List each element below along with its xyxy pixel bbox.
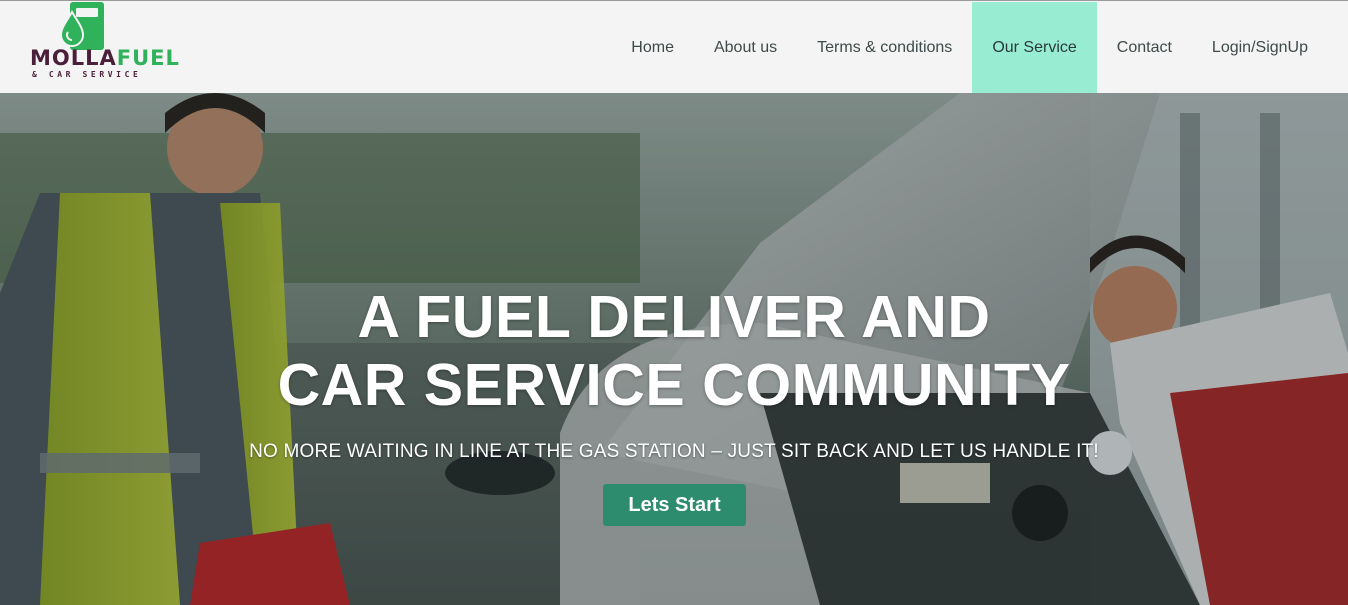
nav-about-us[interactable]: About us <box>694 2 797 93</box>
brand-word-molla: MOLLA <box>30 46 117 70</box>
brand-word-fuel: FUEL <box>116 46 180 70</box>
hero-title-line-1: A FUEL DELIVER AND <box>357 284 991 350</box>
nav-home[interactable]: Home <box>611 2 694 93</box>
nav-our-service[interactable]: Our Service <box>972 2 1097 93</box>
nav-login-signup[interactable]: Login/SignUp <box>1192 2 1328 93</box>
nav-terms-conditions[interactable]: Terms & conditions <box>797 2 972 93</box>
hero-section: A FUEL DELIVER AND CAR SERVICE COMMUNITY… <box>0 93 1348 605</box>
main-nav: Home About us Terms & conditions Our Ser… <box>611 2 1328 93</box>
brand-tagline: & CAR SERVICE <box>32 70 142 79</box>
hero-subtitle: NO MORE WAITING IN LINE AT THE GAS STATI… <box>249 441 1099 462</box>
nav-contact[interactable]: Contact <box>1097 2 1192 93</box>
navbar: MOLLAFUEL & CAR SERVICE Home About us Te… <box>0 0 1348 93</box>
hero-title: A FUEL DELIVER AND CAR SERVICE COMMUNITY <box>0 283 1348 419</box>
brand-logo[interactable]: MOLLAFUEL & CAR SERVICE <box>30 2 179 86</box>
fuel-pump-icon <box>59 2 104 50</box>
lets-start-button[interactable]: Lets Start <box>603 484 746 526</box>
hero-title-line-2: CAR SERVICE COMMUNITY <box>277 352 1071 418</box>
brand-wordmark: MOLLAFUEL <box>30 48 180 69</box>
